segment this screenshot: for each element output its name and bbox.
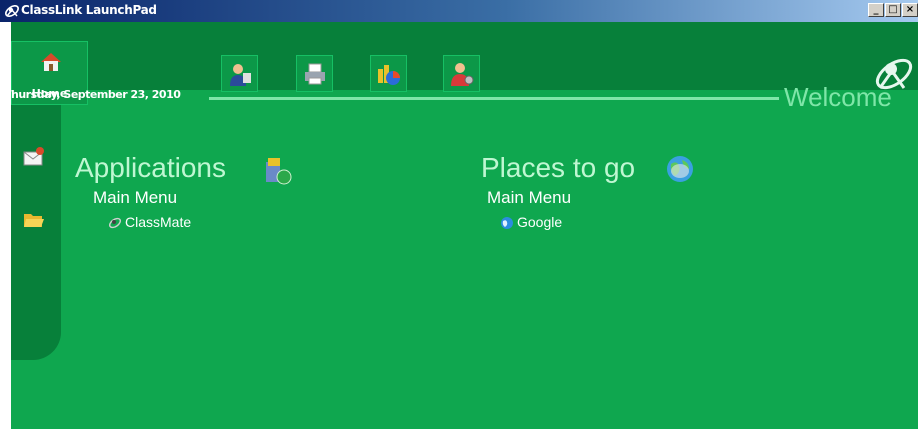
globe-icon bbox=[501, 217, 513, 229]
app-window: ClassLink LaunchPad _ □ × Home Thursday,… bbox=[0, 0, 918, 429]
globe-icon bbox=[667, 156, 693, 182]
welcome-text: Welcome bbox=[784, 82, 892, 112]
folder-icon[interactable] bbox=[22, 207, 46, 231]
launchpad-body: Home Thursday, September 23, 2010 Welcom… bbox=[11, 22, 918, 429]
chart-icon bbox=[378, 65, 400, 85]
mail-icon[interactable] bbox=[22, 145, 46, 169]
applications-menu-title: Main Menu bbox=[93, 188, 178, 207]
person-icon bbox=[230, 64, 251, 86]
places-title: Places to go bbox=[481, 152, 636, 183]
minimize-button[interactable]: _ bbox=[868, 3, 884, 17]
user-settings-button[interactable] bbox=[443, 55, 480, 92]
applications-title: Applications bbox=[75, 152, 226, 183]
close-button[interactable]: × bbox=[902, 3, 918, 17]
profile-button[interactable] bbox=[221, 55, 258, 92]
classlink-logo-icon bbox=[5, 5, 19, 17]
print-button[interactable] bbox=[296, 55, 333, 92]
title-bar[interactable]: ClassLink LaunchPad _ □ × bbox=[0, 0, 918, 22]
applications-icon bbox=[266, 158, 292, 185]
reports-button[interactable] bbox=[370, 55, 407, 92]
window-left-border bbox=[0, 22, 11, 429]
maximize-button[interactable]: □ bbox=[885, 3, 901, 17]
classmate-link[interactable]: ClassMate bbox=[125, 214, 191, 230]
home-icon bbox=[41, 53, 61, 71]
google-link[interactable]: Google bbox=[517, 214, 562, 230]
places-menu-title: Main Menu bbox=[487, 188, 572, 207]
classmate-icon bbox=[108, 217, 122, 229]
date-label: Thursday, September 23, 2010 bbox=[11, 88, 181, 101]
window-title: ClassLink LaunchPad bbox=[21, 3, 157, 17]
user-settings-icon bbox=[451, 63, 474, 86]
window-controls: _ □ × bbox=[868, 3, 918, 19]
header-divider bbox=[209, 97, 779, 100]
printer-icon bbox=[305, 63, 325, 85]
